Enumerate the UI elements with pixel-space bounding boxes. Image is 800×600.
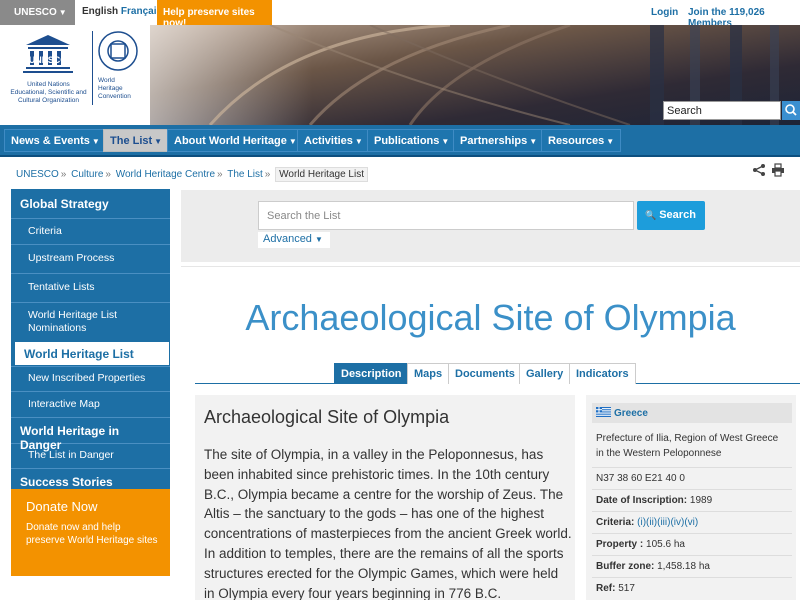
nav-activities[interactable]: Activities ▼	[297, 129, 370, 152]
criteria: Criteria: (i)(ii)(iii)(iv)(vi)	[592, 511, 792, 533]
location-text: Prefecture of Ilia, Region of West Greec…	[596, 433, 779, 459]
sidebar-in-danger[interactable]: World Heritage in Danger	[11, 417, 170, 452]
nav-the-list[interactable]: The List ▼	[103, 129, 170, 152]
tab-documents[interactable]: Documents	[448, 363, 522, 384]
sidebar: Global Strategy Criteria Upstream Proces…	[11, 189, 170, 494]
share-icon[interactable]	[752, 163, 766, 177]
svg-text:UNESCO: UNESCO	[29, 55, 68, 65]
main-content: Archaeological Site of Olympia Descripti…	[181, 266, 800, 600]
header-search-button[interactable]	[782, 101, 800, 120]
sidebar-item-tentative[interactable]: Tentative Lists	[11, 273, 170, 302]
nav-about-world-heritage[interactable]: About World Heritage ▼	[167, 129, 304, 152]
tab-maps[interactable]: Maps	[407, 363, 450, 384]
sidebar-global-strategy[interactable]: Global Strategy	[11, 189, 170, 218]
donate-title: Donate Now	[26, 499, 98, 514]
tab-gallery[interactable]: Gallery	[519, 363, 571, 384]
nav-news-events[interactable]: News & Events ▼	[4, 129, 107, 152]
breadcrumb-current: World Heritage List	[275, 167, 368, 182]
greece-flag-icon	[596, 407, 611, 417]
heritage-emblem-icon	[98, 31, 138, 71]
lang-french[interactable]: Français	[121, 6, 162, 17]
top-bar: UNESCO ▼ English Français Help preserve s…	[0, 0, 800, 29]
lang-english[interactable]: English	[82, 6, 118, 17]
sidebar-item-new-inscribed[interactable]: New Inscribed Properties	[11, 366, 170, 391]
chevron-down-icon: ▼	[354, 137, 363, 146]
sidebar-item-upstream[interactable]: Upstream Process	[11, 244, 170, 273]
world-heritage-emblem[interactable]: World Heritage Convention	[96, 29, 156, 111]
list-search-button[interactable]: 🔍 Search	[637, 201, 705, 230]
breadcrumb-whc[interactable]: World Heritage Centre	[116, 169, 215, 180]
donate-box[interactable]: Donate Now Donate now and help preserve …	[11, 489, 170, 576]
site-header: UNESCO United Nations Educational, Scien…	[0, 25, 800, 125]
list-search-panel: Search the List 🔍 Search Advanced ▼	[181, 190, 800, 262]
help-preserve-button[interactable]: Help preserve sites now!	[157, 0, 272, 29]
breadcrumb-culture[interactable]: Culture	[71, 169, 103, 180]
criteria-link[interactable]: (i)(ii)(iii)(iv)(vi)	[637, 517, 698, 528]
chevron-down-icon: ▼	[606, 137, 615, 146]
nav-partnerships[interactable]: Partnerships ▼	[453, 129, 545, 152]
chevron-down-icon: ▼	[91, 137, 100, 146]
search-icon: 🔍	[645, 210, 657, 220]
tab-description[interactable]: Description	[334, 363, 409, 384]
organization-name: United Nations Educational, Scientific a…	[10, 81, 87, 104]
language-switcher: English Français	[82, 6, 162, 17]
chevron-down-icon: ▼	[58, 8, 67, 17]
breadcrumb-the-list[interactable]: The List	[227, 169, 263, 180]
temple-icon: UNESCO	[23, 35, 73, 73]
page-title: Archaeological Site of Olympia	[245, 297, 736, 338]
chevron-down-icon: ▼	[154, 137, 163, 146]
convention-name: World Heritage Convention	[98, 77, 131, 100]
sidebar-current-world-heritage-list[interactable]: World Heritage List	[11, 341, 170, 366]
buffer-zone: Buffer zone: 1,458.18 ha	[592, 555, 792, 577]
unesco-dropdown[interactable]: UNESCO ▼	[0, 0, 75, 25]
country-link[interactable]: Greece	[592, 403, 792, 423]
tab-indicators[interactable]: Indicators	[569, 363, 636, 384]
chevron-down-icon: ▼	[441, 137, 450, 146]
logo-divider	[92, 31, 93, 105]
description-panel: Archaeological Site of Olympia The site …	[195, 395, 575, 600]
coordinates: N37 38 60 E21 40 0	[592, 467, 792, 489]
date-of-inscription: Date of Inscription: 1989	[592, 489, 792, 511]
sidebar-item-nominations[interactable]: World Heritage List Nominations	[11, 302, 170, 341]
reference-number: Ref: 517	[592, 577, 792, 599]
login-link[interactable]: Login	[651, 7, 678, 18]
search-icon	[785, 104, 797, 116]
unesco-logo[interactable]: UNESCO United Nations Educational, Scien…	[6, 29, 91, 111]
chevron-down-icon: ▼	[314, 235, 323, 244]
donate-text: Donate now and help preserve World Herit…	[26, 522, 158, 546]
property-area: Property : 105.6 ha	[592, 533, 792, 555]
facts-panel: Greece Prefecture of Ilia, Region of Wes…	[586, 395, 796, 600]
header-search-input[interactable]: Search	[663, 101, 781, 120]
breadcrumb: UNESCO» Culture» World Heritage Centre» …	[16, 167, 368, 182]
chevron-down-icon: ▼	[529, 137, 538, 146]
description-text: The site of Olympia, in a valley in the …	[204, 447, 572, 600]
nav-resources[interactable]: Resources ▼	[541, 129, 622, 152]
breadcrumb-unesco[interactable]: UNESCO	[16, 169, 59, 180]
nav-publications[interactable]: Publications ▼	[367, 129, 457, 152]
sidebar-item-interactive-map[interactable]: Interactive Map	[11, 391, 170, 417]
main-nav: News & Events ▼ The List ▼ About World Her…	[0, 125, 800, 157]
print-icon[interactable]	[771, 163, 785, 177]
description-heading: Archaeological Site of Olympia	[204, 407, 450, 427]
list-search-input[interactable]: Search the List	[258, 201, 634, 230]
chevron-down-icon: ▼	[288, 137, 297, 146]
sidebar-item-criteria[interactable]: Criteria	[11, 218, 170, 244]
advanced-search-toggle[interactable]: Advanced ▼	[258, 232, 330, 248]
